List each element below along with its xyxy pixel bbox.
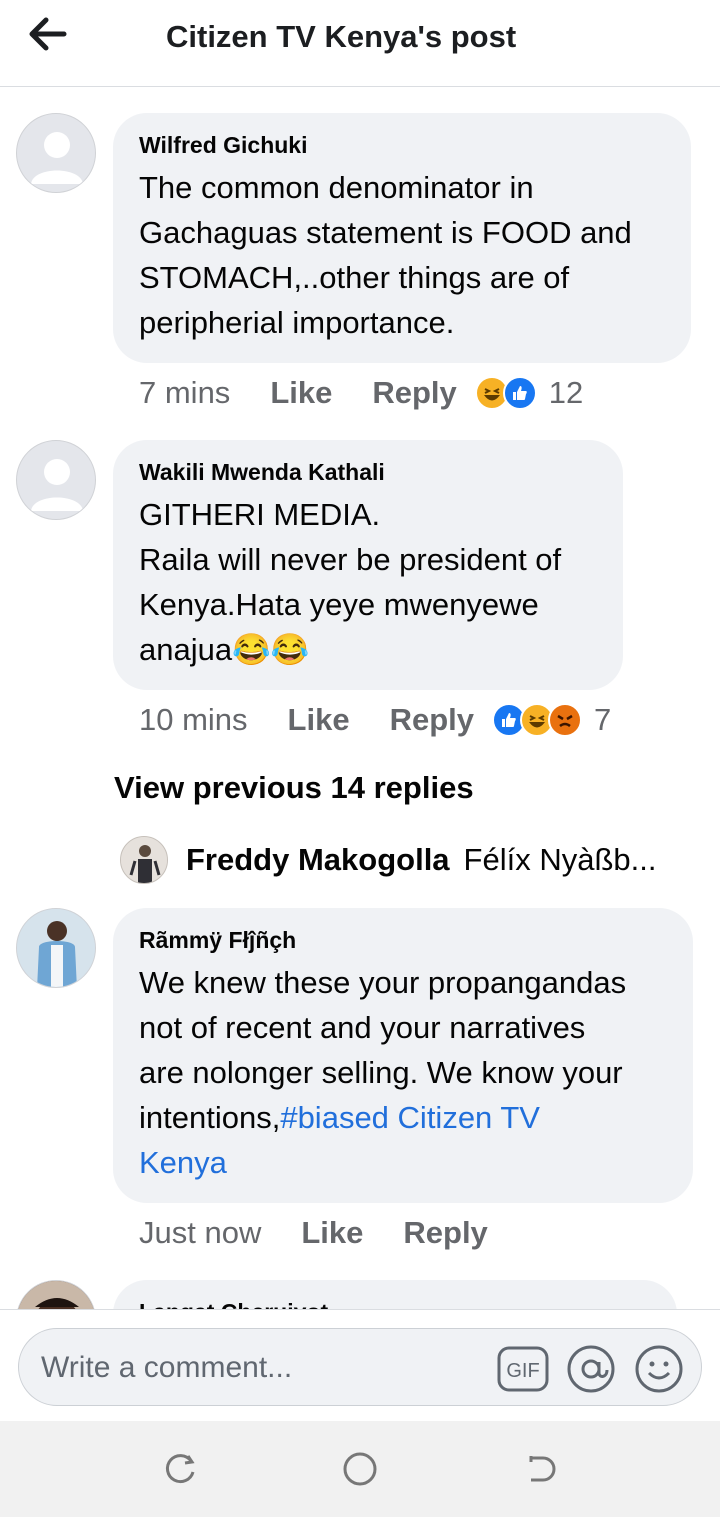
avatar[interactable] [16,440,96,520]
back-nav-icon[interactable] [520,1449,560,1489]
comment-bubble[interactable]: Wakili Mwenda Kathali GITHERI MEDIA. Rai… [113,440,623,690]
comment-text: GITHERI MEDIA. Raila will never be presi… [139,497,562,667]
comment-bubble[interactable]: Langat Cheruiyot [113,1280,677,1309]
page-title: Citizen TV Kenya's post [166,19,517,54]
reply-button[interactable]: Reply [390,700,474,740]
comment-author[interactable]: Langat Cheruiyot [139,1298,651,1309]
svg-text:GIF: GIF [506,1360,539,1382]
comments-list[interactable]: Wilfred Gichuki The common denominator i… [0,88,720,1309]
comment-bubble[interactable]: Wilfred Gichuki The common denominator i… [113,113,691,363]
comment-input[interactable] [41,1347,461,1389]
home-circle-icon[interactable] [340,1449,380,1489]
reaction-count[interactable]: 7 [594,700,611,740]
comment-actions: Just now Like Reply [139,1213,488,1253]
comment-author[interactable]: Rãmmÿ Fłĵñçh [139,926,667,954]
top-bar: Citizen TV Kenya's post [0,0,720,87]
comment-text: The common denominator in Gachaguas stat… [139,170,632,340]
comment-time: 7 mins [139,375,231,410]
reply-snippet: Félíx Nyàßb... [463,842,657,877]
smiley-icon[interactable] [633,1343,685,1395]
comment-bubble[interactable]: Rãmmÿ Fłĵñçh We knew these your propanga… [113,908,693,1203]
comment-actions: 10 mins Like Reply 7 [139,700,611,740]
avatar[interactable] [16,1280,96,1309]
like-reaction-icon [502,376,537,410]
reply-author[interactable]: Freddy Makogolla [186,842,450,878]
like-button[interactable]: Like [270,373,332,413]
arrow-left-icon[interactable] [26,14,70,54]
like-button[interactable]: Like [288,700,350,740]
reply-preview[interactable]: Freddy Makogolla Félíx Nyàßb... [120,834,656,886]
comment-author[interactable]: Wilfred Gichuki [139,131,665,159]
reply-button[interactable]: Reply [403,1213,487,1253]
gif-icon[interactable]: GIF [497,1343,549,1395]
like-button[interactable]: Like [301,1213,363,1253]
reaction-summary[interactable] [492,703,582,737]
comment-time: 10 mins [139,702,248,737]
avatar[interactable] [16,113,96,193]
recent-apps-icon[interactable] [160,1449,200,1489]
avatar[interactable] [16,908,96,988]
reply-button[interactable]: Reply [372,373,456,413]
mention-link[interactable]: Kenya [139,1145,227,1180]
system-nav-bar [0,1421,720,1517]
mention-link[interactable]: Citizen TV [398,1100,540,1135]
comment-text: We knew these your propangandas not of r… [139,960,667,1185]
comment-box[interactable]: GIF [18,1328,702,1406]
view-previous-replies-link[interactable]: View previous 14 replies [114,770,474,806]
comment-actions: 7 mins Like Reply 12 [139,373,583,413]
hashtag-link[interactable]: #biased [280,1100,389,1135]
avatar[interactable] [120,836,168,884]
comment-composer: GIF [0,1309,720,1421]
reaction-count[interactable]: 12 [549,373,583,413]
angry-reaction-icon [548,703,582,737]
comment-time: Just now [139,1215,262,1250]
at-sign-icon[interactable] [565,1343,617,1395]
reaction-summary[interactable] [474,376,537,410]
comment-author[interactable]: Wakili Mwenda Kathali [139,458,597,486]
